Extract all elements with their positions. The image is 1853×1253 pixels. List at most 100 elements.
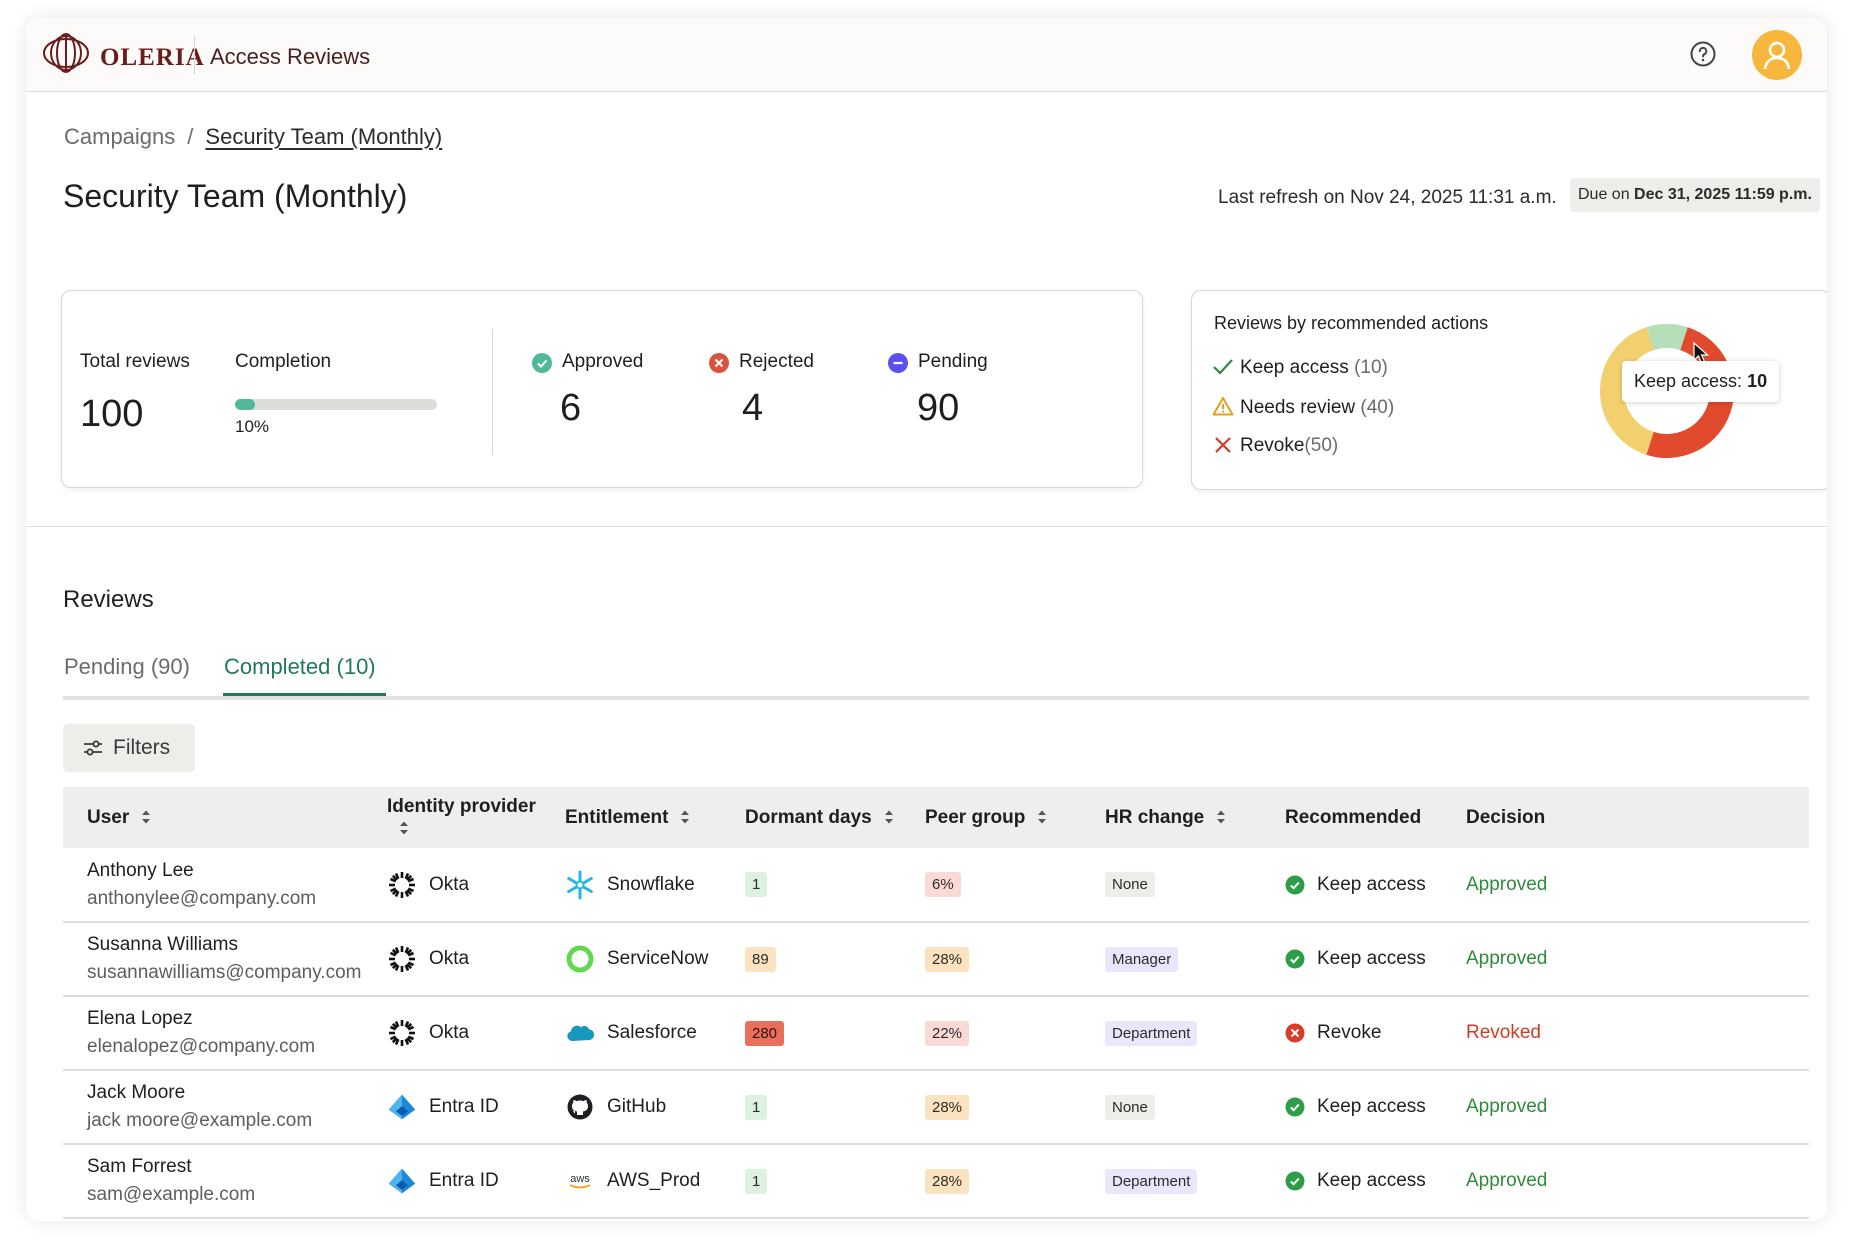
- peer-group-badge: 28%: [925, 946, 970, 972]
- identity-provider-name: Entra ID: [429, 1096, 499, 1117]
- sliders-icon: [84, 740, 102, 756]
- rejected-label: Rejected: [739, 351, 814, 372]
- identity-provider-name: Okta: [429, 1022, 470, 1043]
- dormant-days-badge: 280: [745, 1020, 785, 1046]
- recommended-actions-title: Reviews by recommended actions: [1214, 313, 1489, 333]
- due-prefix: Due on: [1578, 186, 1630, 203]
- recommended-action: Revoke: [1317, 1022, 1382, 1043]
- sort-icon[interactable]: [884, 809, 894, 825]
- hr-change-badge: Department: [1105, 1020, 1198, 1046]
- completion-label: Completion: [235, 351, 332, 372]
- dormant-days-badge: 89: [745, 946, 776, 972]
- column-header-hr-change[interactable]: HR change: [1081, 787, 1261, 848]
- breadcrumb: Campaigns / Security Team (Monthly): [64, 124, 442, 150]
- due-date-badge: Due on Dec 31, 2025 11:59 p.m.: [1570, 178, 1820, 212]
- page-title: Security Team (Monthly): [63, 178, 408, 214]
- user-name: Elena Lopez: [87, 1008, 193, 1029]
- servicenow-logo-icon: [565, 944, 595, 974]
- column-header-dormant-days[interactable]: Dormant days: [721, 787, 901, 848]
- help-circle-icon[interactable]: [1689, 40, 1717, 68]
- keep-access-legend-label: Keep access: [1240, 357, 1349, 378]
- filters-button[interactable]: Filters: [63, 724, 195, 772]
- entitlement-name: ServiceNow: [607, 948, 709, 969]
- column-header-label: HR change: [1105, 806, 1205, 828]
- app-title[interactable]: Access Reviews: [210, 44, 370, 70]
- peer-group-badge: 22%: [925, 1020, 970, 1046]
- peer-group-badge: 28%: [925, 1094, 970, 1120]
- decision-status: Approved: [1466, 873, 1548, 895]
- table-row[interactable]: Sam Forrest sam@example.com Entra ID aws A…: [63, 1144, 1809, 1218]
- active-tab-indicator: [223, 693, 386, 696]
- column-header-peer-group[interactable]: Peer group: [901, 787, 1081, 848]
- recommended-actions-card: Reviews by recommended actions Keep acce…: [1191, 290, 1827, 490]
- total-reviews-value: 100: [80, 393, 144, 435]
- decision-status: Revoked: [1466, 1022, 1541, 1043]
- needs-review-legend-count: (40): [1360, 397, 1395, 418]
- github-logo-icon: [565, 1092, 595, 1122]
- check-icon: [1213, 359, 1233, 375]
- user-email: sam@example.com: [87, 1184, 256, 1205]
- column-header-entitlement[interactable]: Entitlement: [541, 787, 721, 848]
- sort-icon[interactable]: [1216, 809, 1226, 825]
- pending-value: 90: [917, 387, 960, 429]
- table-row[interactable]: Jack Moore jack moore@example.com Entra I…: [63, 1070, 1809, 1144]
- needs-review-legend: Needs review (40): [1212, 396, 1394, 419]
- completion-progress-fill: [235, 399, 256, 410]
- hr-change-badge: Manager: [1105, 946, 1179, 972]
- user-avatar[interactable]: [1752, 30, 1802, 80]
- user-cell: Elena Lopez elenalopez@company.com: [63, 996, 363, 1070]
- oleria-logo-icon: [43, 33, 89, 73]
- pending-label: Pending: [918, 351, 988, 372]
- column-header-decision: Decision: [1466, 806, 1546, 828]
- table-header-row: User Identity provider Entitlement Dorma…: [63, 787, 1809, 848]
- tab-pending[interactable]: Pending (90): [64, 654, 190, 680]
- recommended-action: Keep access: [1317, 1170, 1426, 1191]
- salesforce-logo-icon: [565, 1018, 595, 1048]
- breadcrumb-current[interactable]: Security Team (Monthly): [205, 124, 442, 149]
- donut-slice-keep-access[interactable]: [1646, 324, 1688, 351]
- user-cell: Susanna Williams susannawilliams@company.…: [63, 922, 363, 996]
- tabs-baseline: [63, 696, 1809, 700]
- column-header-label: Identity provider: [387, 795, 536, 817]
- last-refresh-text: Last refresh on Nov 24, 2025 11:31 a.m.: [1218, 187, 1557, 208]
- entra-id-logo-icon: [387, 1166, 417, 1196]
- breadcrumb-separator: /: [187, 124, 194, 149]
- table-row[interactable]: Elena Lopez elenalopez@company.com Okta S…: [63, 996, 1809, 1070]
- check-circle-icon: [1285, 1097, 1305, 1117]
- user-email: susannawilliams@company.com: [87, 962, 362, 983]
- hr-change-badge: None: [1105, 1094, 1155, 1120]
- user-name: Susanna Williams: [87, 934, 238, 955]
- table-row[interactable]: Anthony Lee anthonylee@company.com Okta S…: [63, 848, 1809, 922]
- breadcrumb-campaigns-link[interactable]: Campaigns: [64, 124, 175, 149]
- column-header-identity-provider[interactable]: Identity provider: [363, 787, 541, 848]
- tooltip-value: 10: [1747, 371, 1768, 391]
- column-header-label: Entitlement: [565, 806, 669, 828]
- approved-label: Approved: [562, 351, 644, 372]
- app-window: OLERIA Access Reviews Campaigns / Security…: [26, 18, 1827, 1221]
- sort-icon[interactable]: [680, 809, 690, 825]
- decision-status: Approved: [1466, 948, 1548, 969]
- warning-icon: [1212, 397, 1234, 416]
- decision-status: Approved: [1466, 1096, 1548, 1117]
- recommended-action: Keep access: [1317, 1096, 1426, 1117]
- dormant-days-badge: 1: [745, 872, 768, 897]
- sort-icon[interactable]: [399, 820, 409, 836]
- user-email: anthonylee@company.com: [87, 887, 317, 909]
- user-email: jack moore@example.com: [87, 1110, 313, 1131]
- pending-minus-icon: [888, 353, 908, 373]
- okta-logo-icon: [387, 870, 417, 900]
- completion-value: 10%: [235, 417, 270, 436]
- tab-completed[interactable]: Completed (10): [224, 654, 376, 680]
- user-name: Jack Moore: [87, 1082, 186, 1103]
- entitlement-name: Salesforce: [607, 1022, 697, 1043]
- sort-icon[interactable]: [141, 809, 151, 825]
- identity-provider-name: Okta: [429, 873, 470, 895]
- sort-icon[interactable]: [1037, 809, 1047, 825]
- decision-status: Approved: [1466, 1170, 1548, 1191]
- table-row[interactable]: Susanna Williams susannawilliams@company.…: [63, 922, 1809, 996]
- total-reviews-label: Total reviews: [80, 351, 190, 372]
- identity-provider-name: Okta: [429, 948, 470, 969]
- column-header-user[interactable]: User: [63, 787, 363, 848]
- user-icon: [1763, 41, 1791, 70]
- user-cell: Anthony Lee anthonylee@company.com: [63, 848, 363, 922]
